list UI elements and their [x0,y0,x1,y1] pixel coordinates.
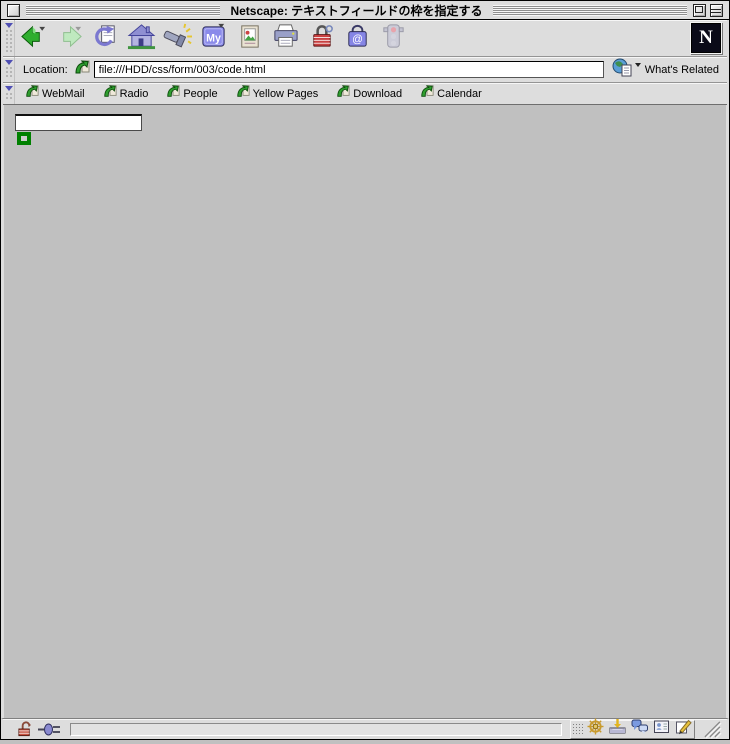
bookmark-icon [166,84,183,103]
location-toolbar: Location: What's Related [3,57,727,83]
title-bar[interactable]: Netscape: テキストフィールドの枠を指定する [1,1,729,20]
status-bar [1,718,729,739]
search-button[interactable] [160,22,194,54]
home-button[interactable] [124,22,158,54]
navigation-toolbar: My @ N [3,20,727,57]
zoom-window-button[interactable] [693,3,706,17]
personal-toolbar-item-label: Calendar [437,87,482,100]
reload-button[interactable] [88,22,122,54]
close-window-button[interactable] [7,3,20,17]
back-icon [19,22,48,54]
personal-toolbar-item-radio[interactable]: Radio [103,84,149,103]
home-icon [127,22,156,54]
print-button[interactable] [268,22,302,54]
discussions-component-button[interactable] [628,718,650,740]
bookmark-icon [420,84,437,103]
security-open-lock-icon[interactable] [17,721,34,737]
titlebar-stripes [492,4,687,16]
titlebar-stripes [26,4,221,16]
green-bordered-text-field[interactable] [17,132,31,145]
chevron-down-icon [4,60,13,65]
location-label: Location: [23,63,68,76]
toolbar-collapse-tab[interactable] [3,20,15,56]
mailbox-icon [609,718,626,740]
component-bar-drag-handle[interactable] [572,722,583,736]
navigator-component-button[interactable] [584,718,606,740]
stop-button[interactable] [376,22,410,54]
my-netscape-icon: My [199,22,228,54]
composer-component-button[interactable] [672,718,694,740]
bookmark-icon [236,84,253,103]
bookmark-icon [103,84,120,103]
online-plug-icon[interactable] [38,723,62,736]
collapse-window-button[interactable] [710,3,723,17]
netscape-logo[interactable]: N [691,23,721,53]
shop-button[interactable]: @ [340,22,374,54]
address-book-icon [653,718,670,740]
forward-icon [55,22,84,54]
personal-toolbar-item-label: Download [353,87,403,100]
chevron-down-icon [4,86,13,91]
page-content [1,105,729,718]
location-url-input[interactable] [93,61,604,78]
status-message-field [70,722,562,736]
whats-related-dropdown-icon [634,62,641,67]
toolbar-grip [5,29,12,53]
navigator-wheel-icon [587,718,604,740]
toolbar-collapse-tab[interactable] [3,83,15,104]
window-title: Netscape: テキストフィールドの枠を指定する [230,3,483,18]
personal-toolbar-item-label: People [183,87,218,100]
mailbox-component-button[interactable] [606,718,628,740]
personal-toolbar-item-calendar[interactable]: Calendar [420,84,482,103]
personal-toolbar-item-download[interactable]: Download [336,84,402,103]
security-icon [307,22,336,54]
personal-toolbar-item-label: Radio [119,87,149,100]
images-icon [235,22,264,54]
toolbar-grip [5,92,12,101]
reload-icon [91,22,120,54]
security-button[interactable] [304,22,338,54]
stop-icon [379,22,408,54]
personal-toolbar-item-label: WebMail [42,87,85,100]
component-bar [570,718,695,740]
chevron-down-icon [4,23,13,28]
globe-document-icon [612,58,634,82]
window-resize-grip[interactable] [701,720,723,739]
my-netscape-button[interactable]: My [196,22,230,54]
toolbar-grip [5,66,12,79]
whats-related-label: What's Related [644,63,719,76]
svg-text:My: My [206,32,221,44]
personal-toolbar-item-webmail[interactable]: WebMail [25,84,85,103]
svg-text:@: @ [352,33,363,45]
print-icon [271,22,300,54]
personal-toolbar-item-label: Yellow Pages [252,87,319,100]
personal-toolbar-item-yellow-pages[interactable]: Yellow Pages [236,84,319,103]
bookmark-icon[interactable] [74,59,90,80]
forward-button[interactable] [52,22,86,54]
address-book-component-button[interactable] [650,718,672,740]
images-button[interactable] [232,22,266,54]
toolbar-collapse-tab[interactable] [3,57,15,82]
shop-icon: @ [343,22,372,54]
search-icon [163,22,192,54]
page-text-field[interactable] [15,114,142,131]
bookmark-icon [25,84,42,103]
bookmark-icon [336,84,353,103]
netscape-browser-window: Netscape: テキストフィールドの枠を指定する My @ N Locati… [0,0,730,740]
back-button[interactable] [16,22,50,54]
composer-pen-icon [675,718,692,740]
personal-toolbar-item-people[interactable]: People [166,84,218,103]
whats-related-button[interactable]: What's Related [612,58,719,82]
speech-bubbles-icon [631,718,648,740]
browser-chrome: My @ N Location: file:///HDD/css/form/00… [1,20,729,105]
personal-toolbar: WebMail Radio People Yellow Pages Downlo… [3,83,727,105]
